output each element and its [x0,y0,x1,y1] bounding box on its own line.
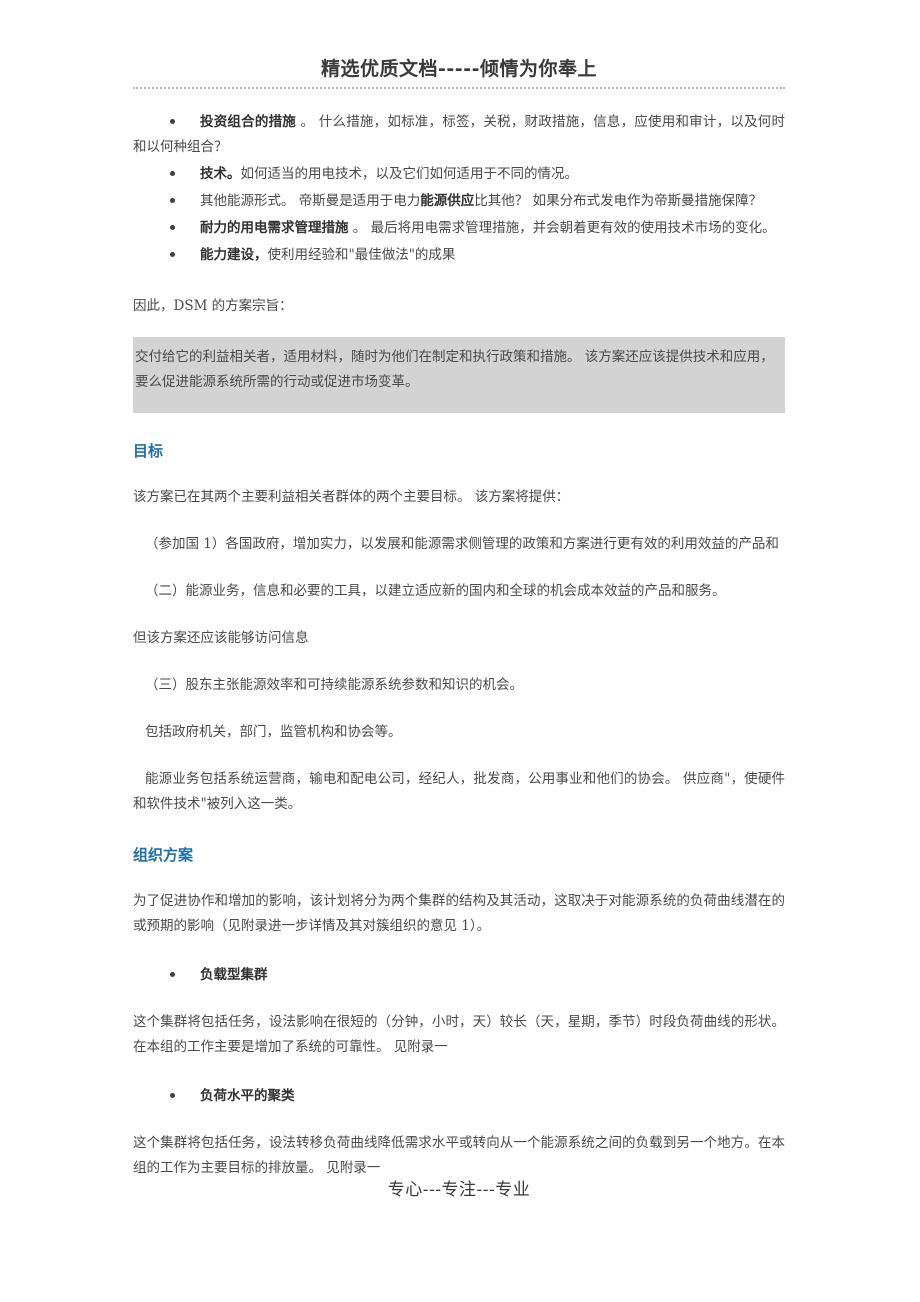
list-item-pre: 其他能源形式。 帝斯曼是适用于电力 [200,193,421,209]
list-item-rest: 如何适当的用电技术，以及它们如何适用于不同的情况。 [240,166,579,182]
list-item-rest: 使利用经验和"最佳做法"的成果 [267,247,456,263]
quote-line-2: 要么促进能源系统所需的行动或促进市场变革。 [135,374,419,390]
bullet-dot-icon [170,252,175,257]
header-title: 精选优质文档-----倾情为你奉上 [321,58,597,80]
objectives-item-3: （三）股东主张能源效率和可持续能源系统参数和知识的机会。 [145,677,523,693]
list-item-text: 投资组合的措施 。 什么措施，如标准，标签，关税，财政措施，信息，应使用和审计，… [133,110,785,160]
list-item-rest: 。 最后将用电需求管理措施，并会朝着更有效的使用技术市场的变化。 [348,220,776,236]
organization-lead: 为了促进协作和增加的影响，该计划将分为两个集群的结构及其活动，这取决于对能源系统… [133,893,785,934]
list-item-text: 技术。如何适当的用电技术，以及它们如何适用于不同的情况。 [133,162,785,187]
bullet-dot-icon [170,225,175,230]
cluster-title: 负荷水平的聚类 [200,1088,295,1104]
list-item-lead: 技术。 [200,166,241,182]
bullet-dot-icon [170,1093,175,1098]
quote-line-1: 交付给它的利益相关者，适用材料，随时为他们在制定和执行政策和措施。 该方案还应该… [135,349,774,365]
header-divider [133,87,785,89]
list-item: 投资组合的措施 。 什么措施，如标准，标签，关税，财政措施，信息，应使用和审计，… [133,110,785,160]
cluster-title: 负载型集群 [200,967,268,983]
objectives-item-2: （二）能源业务，信息和必要的工具，以建立适应新的国内和全球的机会成本效益的产品和… [145,583,726,599]
document-page: 精选优质文档-----倾情为你奉上 投资组合的措施 。 什么措施，如标准，标签，… [0,0,920,1302]
objectives-item-1: （参加国 1）各国政府，增加实力，以发展和能源需求侧管理的政策和方案进行更有效的… [145,536,779,552]
section-heading-objectives: 目标 [133,442,164,460]
cluster-body: 这个集群将包括任务，设法转移负荷曲线降低需求水平或转向从一个能源系统之间的负载到… [133,1135,785,1176]
bullet-dot-icon [170,972,175,977]
list-item-post: 比其他？ 如果分布式发电作为帝斯曼措施保障？ [474,193,763,209]
section-heading-organization: 组织方案 [133,846,194,864]
objectives-note-3: 能源业务包括系统运营商，输电和配电公司，经纪人，批发商，公用事业和他们的协会。 … [133,771,785,812]
cluster-title-item: 负载型集群 [133,963,785,988]
cluster-body: 这个集群将包括任务，设法影响在很短的（分钟，小时，天）较长（天，星期，季节）时段… [133,1014,785,1055]
list-item: 技术。如何适当的用电技术，以及它们如何适用于不同的情况。 [133,162,785,187]
document-body: 投资组合的措施 。 什么措施，如标准，标签，关税，财政措施，信息，应使用和审计，… [133,110,785,1181]
bullet-dot-icon [170,198,175,203]
list-item-text: 能力建设，使利用经验和"最佳做法"的成果 [133,243,785,268]
page-footer: 专心---专注---专业 [387,1180,531,1200]
list-item-lead: 耐力的用电需求管理措施 [200,220,349,236]
bullet-dot-icon [170,171,175,176]
list-item-text: 其他能源形式。 帝斯曼是适用于电力能源供应比其他？ 如果分布式发电作为帝斯曼措施… [133,189,785,214]
bullet-dot-icon [170,119,175,124]
quote-block: 交付给它的利益相关者，适用材料，随时为他们在制定和执行政策和措施。 该方案还应该… [133,337,785,413]
list-item: 其他能源形式。 帝斯曼是适用于电力能源供应比其他？ 如果分布式发电作为帝斯曼措施… [133,189,785,214]
cluster-title-item: 负荷水平的聚类 [133,1084,785,1109]
list-item: 耐力的用电需求管理措施 。 最后将用电需求管理措施，并会朝着更有效的使用技术市场… [133,216,785,241]
objectives-note: 但该方案还应该能够访问信息 [133,630,309,646]
page-header: 精选优质文档-----倾情为你奉上 [133,56,785,89]
measures-bullet-list: 投资组合的措施 。 什么措施，如标准，标签，关税，财政措施，信息，应使用和审计，… [133,110,785,268]
list-item-emphasis: 能源供应 [420,193,475,209]
list-item: 能力建设，使利用经验和"最佳做法"的成果 [133,243,785,268]
purpose-paragraph: 因此，DSM 的方案宗旨： [133,298,293,314]
objectives-lead: 该方案已在其两个主要利益相关者群体的两个主要目标。 该方案将提供： [133,489,570,505]
list-item-text: 耐力的用电需求管理措施 。 最后将用电需求管理措施，并会朝着更有效的使用技术市场… [133,216,785,241]
list-item-lead: 投资组合的措施 [200,114,297,130]
objectives-note-2: 包括政府机关，部门，监管机构和协会等。 [145,724,402,740]
list-item-lead: 能力建设， [200,247,268,263]
